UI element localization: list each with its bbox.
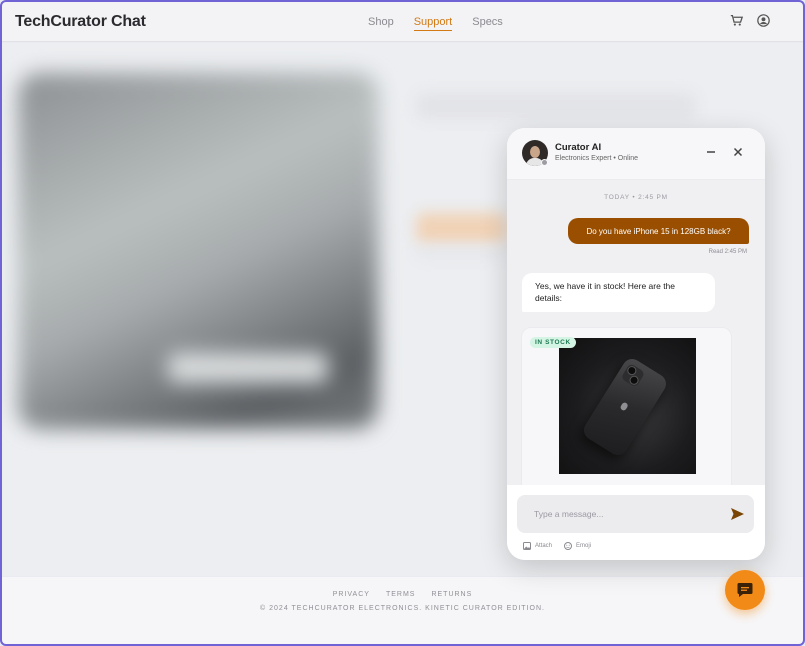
apple-logo-icon <box>619 401 629 412</box>
emoji-icon <box>564 542 572 550</box>
account-icon[interactable] <box>757 14 770 27</box>
attach-label: Attach <box>535 543 553 549</box>
nav-support[interactable]: Support <box>413 16 452 31</box>
attach-button[interactable]: Attach <box>523 542 552 550</box>
site-footer: PRIVACY TERMS RETURNS © 2024 TECHCURATOR… <box>2 577 803 644</box>
send-icon[interactable] <box>729 506 745 522</box>
chat-header: Curator AI Electronics Expert • Online <box>507 128 765 180</box>
time-divider: TODAY • 2:45 PM <box>604 194 668 201</box>
blurred-title <box>416 93 696 119</box>
copyright: © 2024 TECHCURATOR ELECTRONICS. KINETIC … <box>260 605 545 612</box>
footer-link-terms[interactable]: TERMS <box>386 591 416 598</box>
footer-link-privacy[interactable]: PRIVACY <box>333 591 370 598</box>
camera-module <box>620 363 646 388</box>
agent-message: Yes, we have it in stock! Here are the d… <box>522 273 715 312</box>
minimize-icon[interactable] <box>704 145 718 159</box>
footer-link-returns[interactable]: RETURNS <box>431 591 472 598</box>
stock-badge: IN STOCK <box>530 337 576 348</box>
blurred-price <box>416 213 506 243</box>
product-image[interactable] <box>559 338 696 474</box>
cart-icon[interactable] <box>730 14 743 27</box>
online-status-dot <box>541 159 548 166</box>
message-input[interactable] <box>517 495 754 533</box>
blurred-product-image <box>18 73 378 429</box>
chat-launcher-button[interactable] <box>725 570 765 610</box>
chat-widget: Curator AI Electronics Expert • Online T… <box>507 128 765 560</box>
footer-links: PRIVACY TERMS RETURNS <box>2 591 803 598</box>
emoji-button[interactable]: Emoji <box>564 542 591 550</box>
main-nav: Shop Support Specs <box>368 16 503 31</box>
brand-logo[interactable]: TechCurator Chat <box>15 13 146 31</box>
nav-specs[interactable]: Specs <box>472 16 503 28</box>
nav-shop[interactable]: Shop <box>368 16 394 28</box>
agent-name: Curator AI <box>555 142 602 153</box>
chat-bubble-icon <box>737 583 753 597</box>
close-icon[interactable] <box>731 145 745 159</box>
phone-illustration <box>580 355 670 459</box>
header-actions <box>730 14 770 27</box>
image-icon <box>523 542 531 550</box>
agent-status: Electronics Expert • Online <box>555 155 638 162</box>
chat-composer: Attach Emoji <box>507 485 765 560</box>
user-message: Do you have iPhone 15 in 128GB black? <box>568 218 749 244</box>
emoji-label: Emoji <box>576 543 592 549</box>
chat-messages[interactable]: TODAY • 2:45 PM Do you have iPhone 15 in… <box>507 180 765 485</box>
top-header: TechCurator Chat Shop Support Specs <box>2 2 803 42</box>
blurred-detail <box>416 248 506 258</box>
product-card[interactable]: IN STOCK <box>521 327 732 485</box>
read-receipt: Read 2:45 PM <box>708 249 747 255</box>
